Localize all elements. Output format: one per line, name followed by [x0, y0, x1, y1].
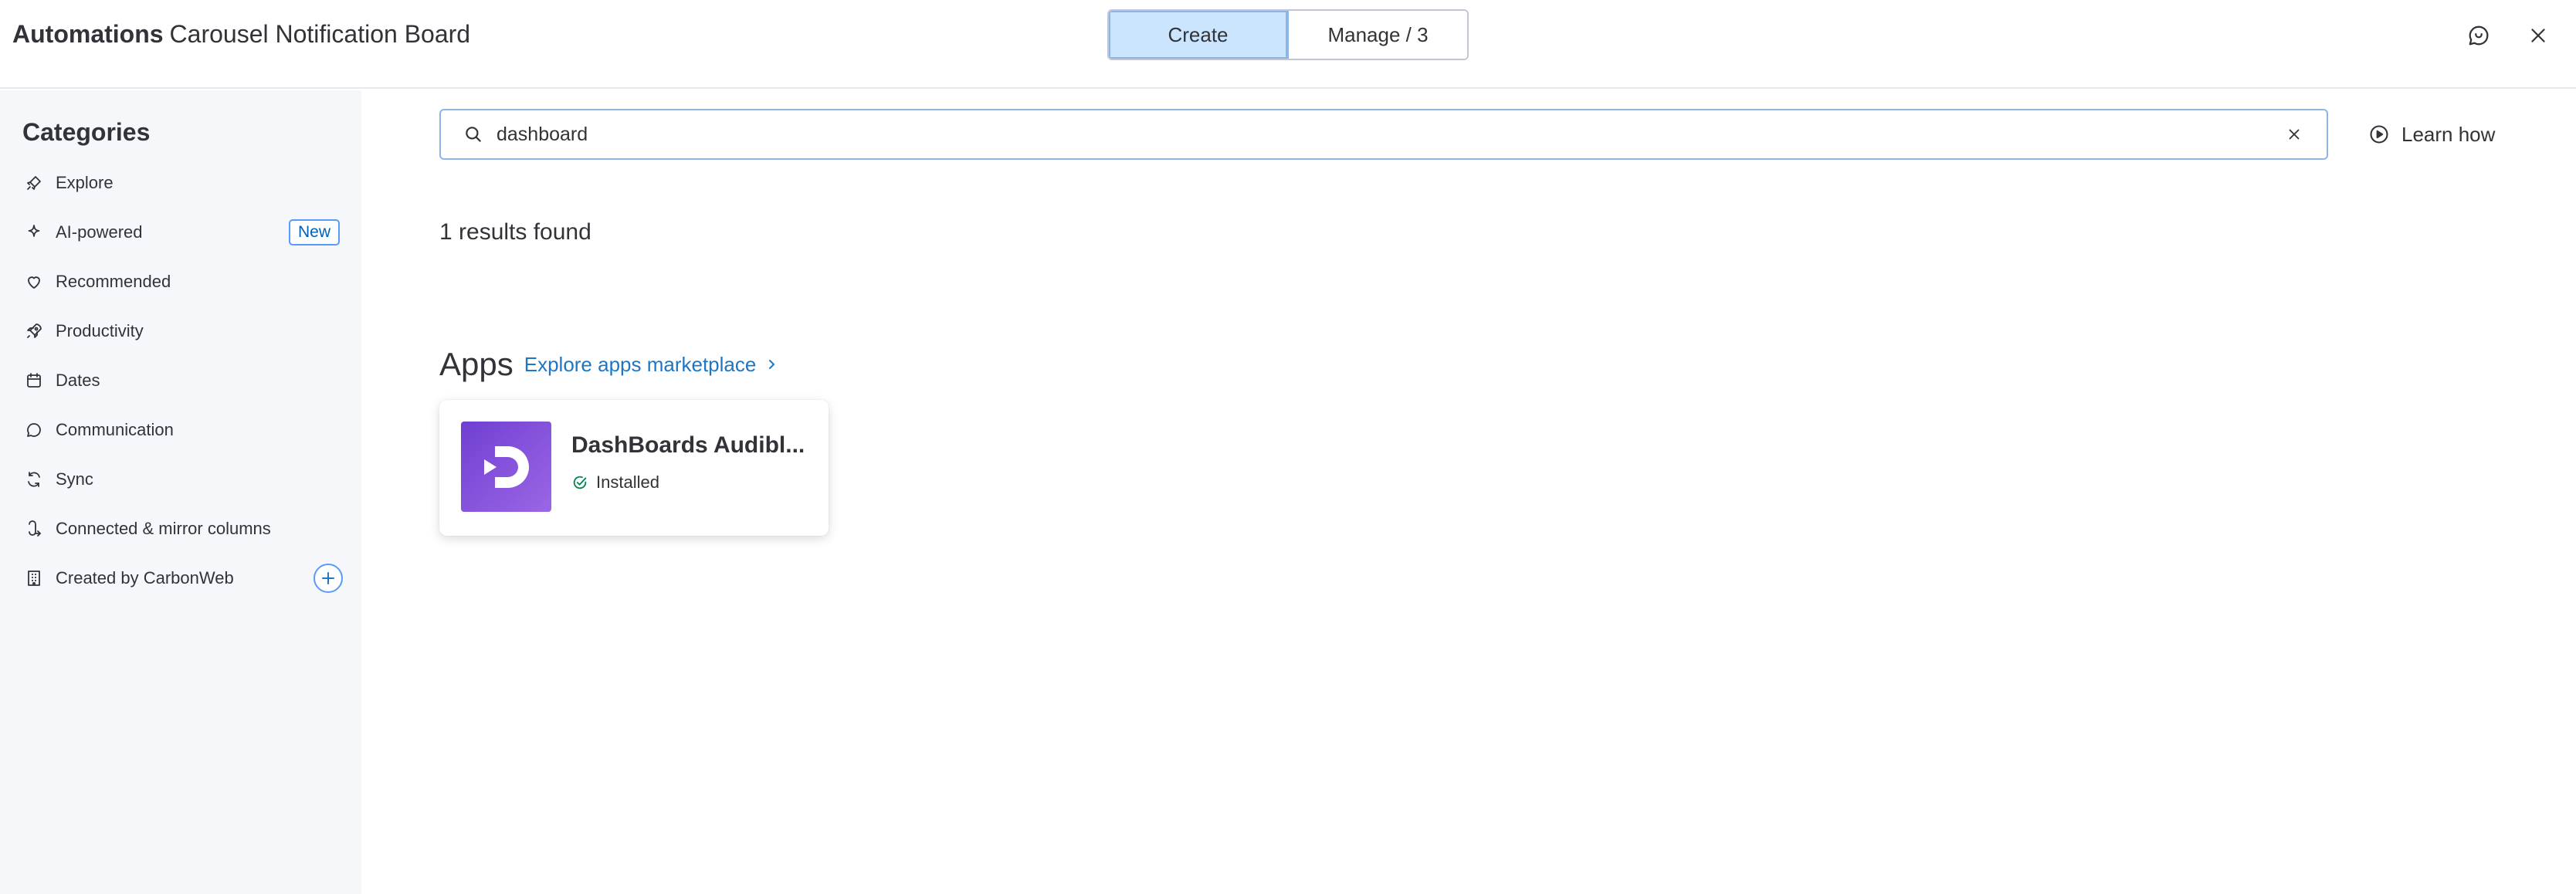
sidebar-item-label: Communication	[56, 420, 174, 439]
sidebar-item-explore[interactable]: Explore	[11, 161, 343, 205]
sidebar-item-label: AI-powered	[56, 222, 143, 242]
new-badge: New	[288, 219, 340, 246]
sidebar-item-label: Productivity	[56, 321, 144, 340]
sidebar: Categories Explore AI-powered New Recomm…	[0, 90, 361, 894]
chevron-right-icon	[765, 357, 779, 371]
close-icon[interactable]	[2521, 19, 2555, 52]
sidebar-item-sync[interactable]: Sync	[11, 458, 343, 501]
connect-icon	[23, 518, 45, 540]
sidebar-item-label: Recommended	[56, 272, 171, 291]
search-input[interactable]	[497, 123, 2282, 146]
sidebar-item-label: Connected & mirror columns	[56, 519, 271, 538]
learn-how-label: Learn how	[2401, 122, 2496, 146]
sparkle-icon	[23, 222, 45, 243]
check-circle-icon	[571, 473, 590, 492]
building-icon	[23, 567, 45, 589]
dashboards-logo	[461, 422, 551, 512]
apps-section-header: Apps Explore apps marketplace	[439, 344, 779, 385]
add-category-button[interactable]	[314, 564, 343, 593]
learn-how-button[interactable]: Learn how	[2368, 117, 2495, 151]
play-circle-icon	[2368, 123, 2391, 146]
categories-title: Categories	[22, 118, 151, 146]
heart-icon	[23, 271, 45, 293]
sidebar-item-recommended[interactable]: Recommended	[11, 260, 343, 303]
tab-manage[interactable]: Manage / 3	[1289, 11, 1467, 59]
feedback-chat-icon[interactable]	[2462, 19, 2496, 52]
tab-create[interactable]: Create	[1109, 11, 1289, 59]
header: Automations Carousel Notification Board C…	[0, 0, 2576, 89]
sync-icon	[23, 469, 45, 490]
rocket-launch-icon	[23, 320, 45, 342]
sidebar-item-label: Created by CarbonWeb	[56, 568, 234, 588]
results-count: 1 results found	[439, 219, 591, 245]
apps-heading: Apps	[439, 346, 514, 382]
sidebar-item-communication[interactable]: Communication	[11, 408, 343, 452]
app-name: DashBoards Audibl...	[571, 432, 805, 458]
sidebar-item-productivity[interactable]: Productivity	[11, 310, 343, 353]
install-status: Installed	[571, 472, 659, 493]
view-tabs: Create Manage / 3	[1107, 9, 1469, 60]
install-status-label: Installed	[596, 472, 659, 492]
board-name: Carousel Notification Board	[169, 20, 471, 48]
chat-bubble-icon	[23, 419, 45, 441]
sidebar-item-dates[interactable]: Dates	[11, 359, 343, 402]
app-card[interactable]: DashBoards Audibl... Installed	[439, 400, 829, 536]
search-icon	[461, 122, 486, 147]
page-title: Automations Carousel Notification Board	[12, 17, 470, 51]
sidebar-item-connected-mirror-columns[interactable]: Connected & mirror columns	[11, 507, 343, 550]
calendar-icon	[23, 370, 45, 391]
sidebar-item-created-by-carbonweb[interactable]: Created by CarbonWeb	[11, 557, 343, 600]
explore-apps-marketplace-link[interactable]: Explore apps marketplace	[524, 353, 780, 377]
sidebar-item-label: Sync	[56, 469, 93, 489]
clear-search-icon[interactable]	[2282, 122, 2307, 147]
sidebar-item-label: Explore	[56, 173, 114, 192]
sidebar-item-ai-powered[interactable]: AI-powered New	[11, 211, 343, 254]
search-bar	[439, 109, 2328, 160]
app-title: Automations	[12, 20, 164, 48]
rocket-icon	[23, 172, 45, 194]
sidebar-item-label: Dates	[56, 371, 100, 390]
marketplace-link-label: Explore apps marketplace	[524, 352, 757, 376]
